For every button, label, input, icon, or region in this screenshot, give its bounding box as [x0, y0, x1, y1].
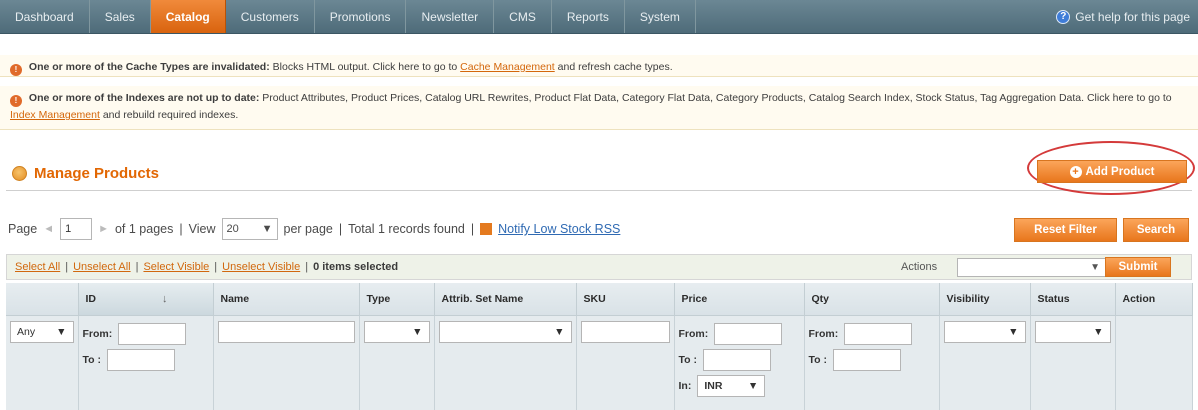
column-header-sku[interactable]: SKU	[576, 283, 675, 316]
plus-icon: +	[1069, 165, 1082, 178]
prev-page-icon[interactable]: ◄	[43, 223, 54, 235]
unselect-all-link[interactable]: Unselect All	[73, 261, 130, 273]
help-link[interactable]: ? Get help for this page	[1056, 0, 1198, 33]
attrib-set-filter-select[interactable]: ▼	[438, 320, 572, 343]
massaction-bar: Select All | Unselect All | Select Visib…	[6, 254, 1192, 280]
warning-icon: !	[10, 64, 22, 76]
column-header-name[interactable]: Name	[213, 283, 360, 316]
qty-from-input[interactable]	[844, 322, 913, 345]
index-notice-text: Product Attributes, Product Prices, Cata…	[262, 92, 1172, 104]
column-header-status[interactable]: Status	[1030, 283, 1116, 316]
id-from-input[interactable]	[118, 322, 187, 345]
type-filter-select[interactable]: ▼	[363, 320, 430, 343]
cache-notice-tail: and refresh cache types.	[557, 61, 673, 73]
sku-filter-input[interactable]	[580, 320, 670, 343]
status-filter-select[interactable]: ▼	[1034, 320, 1111, 343]
column-header-qty[interactable]: Qty	[804, 283, 940, 316]
per-page-value: 20	[226, 223, 239, 235]
warning-icon: !	[10, 95, 22, 107]
select-visible-link[interactable]: Select Visible	[143, 261, 209, 273]
column-header-action: Action	[1115, 283, 1193, 316]
chevron-down-icon: ▼	[554, 325, 565, 338]
nav-newsletter[interactable]: Newsletter	[406, 0, 495, 33]
name-filter-input[interactable]	[217, 320, 355, 343]
pager: Page ◄ ► of 1 pages | View 20 ▼ per page…	[8, 218, 620, 240]
chevron-down-icon: ▼	[261, 223, 273, 235]
nav-catalog[interactable]: Catalog	[150, 0, 226, 33]
massaction-column-header	[6, 283, 79, 316]
sort-arrow-icon: ↓	[162, 292, 168, 305]
index-notice: ! One or more of the Indexes are not up …	[0, 86, 1198, 130]
of-pages-text: of 1 pages	[114, 222, 174, 236]
add-product-label: Add Product	[1085, 165, 1155, 178]
rss-icon	[480, 223, 493, 235]
add-product-button[interactable]: + Add Product	[1037, 160, 1187, 183]
page-label: Page	[8, 222, 38, 236]
index-notice-title: One or more of the Indexes are not up to…	[28, 92, 260, 104]
grid-filter-row: Any ▼ From: To : ▼ ▼ From: To : In: INR ▼ F…	[6, 315, 1193, 410]
page-number-input[interactable]	[60, 218, 93, 240]
top-navigation: Dashboard Sales Catalog Customers Promot…	[0, 0, 1198, 34]
actions-label: Actions	[901, 261, 938, 273]
id-to-input[interactable]	[106, 348, 175, 371]
submit-button[interactable]: Submit	[1105, 257, 1171, 277]
chevron-down-icon: ▼	[1093, 325, 1104, 338]
actions-select[interactable]: ▼	[957, 258, 1107, 277]
records-count: Total 1 records found	[348, 222, 465, 236]
cache-management-link[interactable]: Cache Management	[460, 61, 555, 73]
page-title: Manage Products	[34, 165, 160, 182]
page-heading: Manage Products	[12, 165, 159, 182]
nav-promotions[interactable]: Promotions	[315, 0, 407, 33]
column-header-type[interactable]: Type	[359, 283, 435, 316]
nav-system[interactable]: System	[625, 0, 696, 33]
price-to-input[interactable]	[702, 348, 771, 371]
cache-notice-text: Blocks HTML output. Click here to go to	[272, 61, 458, 73]
products-icon	[12, 166, 27, 181]
action-filter-cell	[1115, 315, 1193, 410]
heading-divider	[6, 190, 1192, 191]
help-link-label: Get help for this page	[1075, 9, 1190, 24]
column-header-id[interactable]: ID ↓	[78, 283, 214, 316]
chevron-down-icon: ▼	[1090, 262, 1100, 273]
index-notice-tail: and rebuild required indexes.	[102, 109, 239, 121]
nav-reports[interactable]: Reports	[552, 0, 625, 33]
select-all-link[interactable]: Select All	[15, 261, 60, 273]
low-stock-rss-link[interactable]: Notify Low Stock RSS	[498, 222, 620, 236]
nav-cms[interactable]: CMS	[494, 0, 552, 33]
per-page-text: per page	[283, 222, 333, 236]
price-from-input[interactable]	[714, 322, 783, 345]
grid-header-row: ID ↓ Name Type Attrib. Set Name SKU Price…	[6, 283, 1193, 316]
nav-sales[interactable]: Sales	[90, 0, 151, 33]
column-header-attrib-set[interactable]: Attrib. Set Name	[434, 283, 577, 316]
products-grid: ID ↓ Name Type Attrib. Set Name SKU Price…	[6, 283, 1193, 410]
cache-notice: ! One or more of the Cache Types are inv…	[0, 55, 1198, 77]
nav-customers[interactable]: Customers	[226, 0, 315, 33]
chevron-down-icon: ▼	[1008, 325, 1019, 338]
massaction-filter-select[interactable]: Any ▼	[10, 320, 74, 343]
next-page-icon[interactable]: ►	[98, 223, 109, 235]
cache-notice-title: One or more of the Cache Types are inval…	[28, 61, 270, 73]
help-icon: ?	[1056, 9, 1071, 24]
visibility-filter-select[interactable]: ▼	[943, 320, 1026, 343]
column-header-visibility[interactable]: Visibility	[939, 283, 1031, 316]
reset-filter-button[interactable]: Reset Filter	[1014, 218, 1117, 242]
per-page-select[interactable]: 20 ▼	[221, 218, 278, 240]
chevron-down-icon: ▼	[747, 379, 759, 392]
index-management-link[interactable]: Index Management	[10, 109, 100, 121]
unselect-visible-link[interactable]: Unselect Visible	[222, 261, 300, 273]
selected-count: 0 items selected	[313, 261, 399, 273]
search-button[interactable]: Search	[1123, 218, 1189, 242]
currency-select[interactable]: INR ▼	[697, 374, 766, 397]
qty-to-input[interactable]	[832, 348, 901, 371]
chevron-down-icon: ▼	[56, 325, 67, 338]
nav-dashboard[interactable]: Dashboard	[0, 0, 90, 33]
chevron-down-icon: ▼	[412, 325, 423, 338]
column-header-price[interactable]: Price	[674, 283, 805, 316]
view-label: View	[188, 222, 216, 236]
